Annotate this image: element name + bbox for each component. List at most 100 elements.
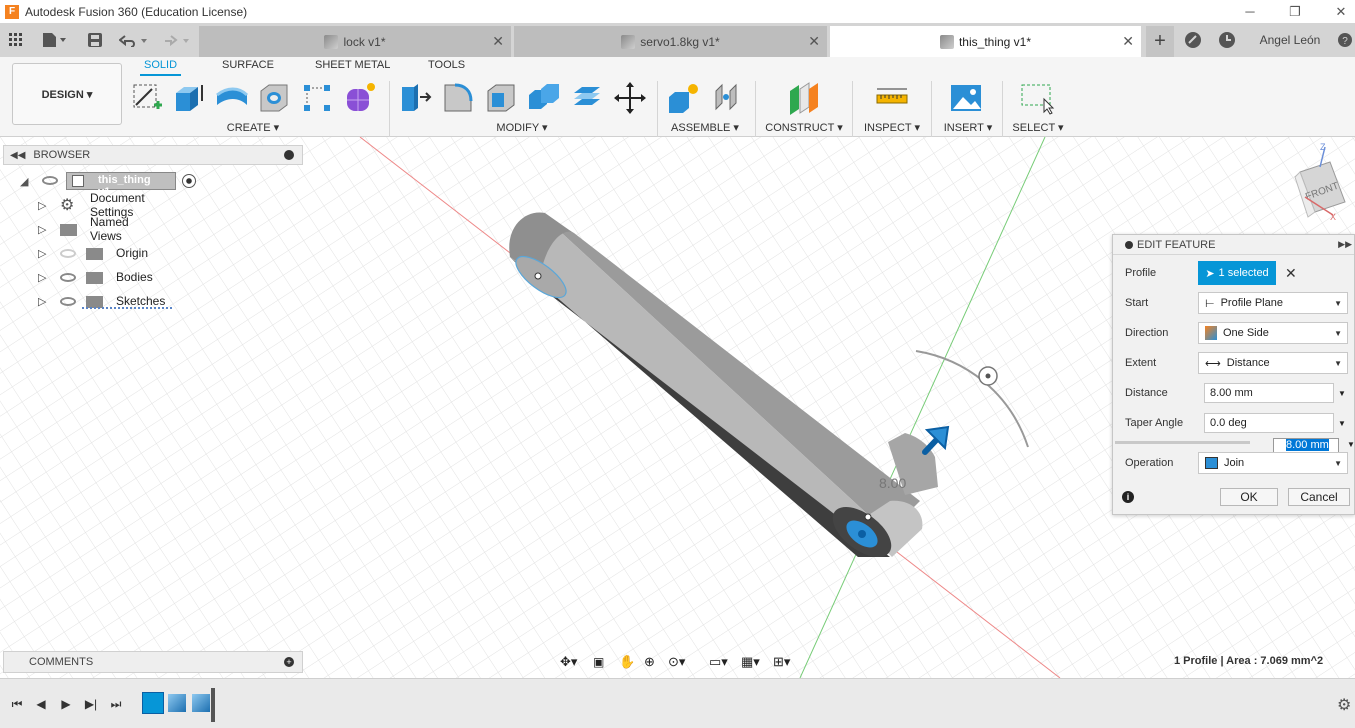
timeline-marker[interactable] bbox=[211, 688, 215, 722]
new-component-icon[interactable] bbox=[667, 81, 701, 115]
tab-surface[interactable]: SURFACE bbox=[218, 59, 278, 71]
add-comment-icon[interactable]: + bbox=[284, 657, 294, 667]
modify-menu[interactable]: MODIFY ▾ bbox=[490, 121, 554, 134]
step-back-icon[interactable]: ◀ bbox=[33, 696, 49, 712]
orbit-icon[interactable]: ✥▾ bbox=[560, 654, 577, 670]
select-window-icon[interactable] bbox=[1020, 81, 1055, 115]
operation-select[interactable]: Join ▼ bbox=[1198, 452, 1348, 474]
fit-icon[interactable]: ⊙▾ bbox=[668, 654, 685, 670]
distance-dropdown-icon[interactable]: ▼ bbox=[1338, 389, 1346, 398]
expand-triangle-icon[interactable]: ▷ bbox=[38, 247, 46, 260]
tab-sheet-metal[interactable]: SHEET METAL bbox=[311, 59, 394, 71]
ok-button[interactable]: OK bbox=[1220, 488, 1278, 506]
distance-slider[interactable] bbox=[1115, 441, 1250, 444]
direction-select[interactable]: One Side ▼ bbox=[1198, 322, 1348, 344]
insert-image-icon[interactable] bbox=[949, 81, 983, 115]
inspect-menu[interactable]: INSPECT ▾ bbox=[862, 121, 922, 134]
go-to-end-icon[interactable]: ⏭ bbox=[108, 696, 124, 712]
combine-icon[interactable] bbox=[527, 81, 561, 115]
tab-this-thing[interactable]: this_thing v1* ✕ bbox=[830, 26, 1141, 57]
document-icon bbox=[72, 175, 84, 187]
profile-selection-button[interactable]: ➤ 1 selected bbox=[1198, 261, 1276, 285]
expand-triangle-icon[interactable]: ▷ bbox=[38, 295, 46, 308]
timeline-sketch-item[interactable] bbox=[142, 692, 164, 714]
create-sketch-icon[interactable] bbox=[130, 81, 164, 115]
replace-face-icon[interactable] bbox=[570, 81, 604, 115]
taper-angle-input[interactable]: 0.0 deg bbox=[1204, 413, 1334, 433]
close-tab-icon[interactable]: ✕ bbox=[492, 33, 504, 50]
grid-settings-icon[interactable]: ▦▾ bbox=[741, 654, 760, 670]
taper-angle-handle[interactable] bbox=[978, 366, 998, 386]
offset-plane-icon[interactable] bbox=[787, 81, 821, 115]
extrude-icon[interactable] bbox=[172, 81, 206, 115]
app-grid-icon[interactable] bbox=[6, 31, 26, 49]
expand-triangle-icon[interactable]: ▷ bbox=[38, 199, 46, 212]
job-status-icon[interactable] bbox=[1217, 31, 1237, 49]
step-forward-icon[interactable]: ▶| bbox=[83, 696, 99, 712]
help-icon[interactable]: ? bbox=[1336, 31, 1354, 49]
pan-icon[interactable]: ✋ bbox=[619, 654, 635, 670]
display-settings-icon[interactable]: ▭▾ bbox=[709, 654, 728, 670]
save-icon[interactable] bbox=[86, 31, 104, 49]
close-tab-icon[interactable]: ✕ bbox=[808, 33, 820, 50]
start-select[interactable]: ⊢ Profile Plane ▼ bbox=[1198, 292, 1348, 314]
redo-icon[interactable] bbox=[160, 31, 192, 49]
expand-triangle-icon[interactable]: ▷ bbox=[38, 223, 46, 236]
move-icon[interactable] bbox=[613, 81, 647, 115]
cancel-button[interactable]: Cancel bbox=[1288, 488, 1350, 506]
expand-triangle-icon[interactable]: ▷ bbox=[38, 271, 46, 284]
tab-servo[interactable]: servo1.8kg v1* ✕ bbox=[514, 26, 827, 57]
hole-icon[interactable] bbox=[257, 81, 291, 115]
revolve-icon[interactable] bbox=[215, 81, 249, 115]
restore-button[interactable]: ❐ bbox=[1272, 0, 1318, 23]
construct-menu[interactable]: CONSTRUCT ▾ bbox=[765, 121, 843, 134]
visibility-eye-icon[interactable] bbox=[60, 273, 76, 282]
collapse-triangle-icon[interactable]: ◢ bbox=[20, 175, 28, 188]
browser-minimize-icon[interactable] bbox=[284, 150, 294, 160]
info-icon[interactable]: i bbox=[1122, 491, 1134, 503]
new-tab-icon[interactable]: + bbox=[1146, 26, 1174, 57]
visibility-eye-icon[interactable] bbox=[60, 297, 76, 306]
form-icon[interactable] bbox=[343, 81, 377, 115]
tab-tools[interactable]: TOOLS bbox=[424, 59, 469, 71]
taper-dropdown-icon[interactable]: ▼ bbox=[1338, 419, 1346, 428]
navigation-bar: ✥▾ ▣ ✋ ⊕ ⊙▾ ▭▾ ▦▾ ⊞▾ bbox=[556, 652, 801, 672]
file-menu-icon[interactable] bbox=[40, 31, 70, 49]
look-at-icon[interactable]: ▣ bbox=[593, 655, 604, 669]
collapse-browser-icon[interactable]: ◀◀ bbox=[10, 150, 25, 161]
fillet-icon[interactable] bbox=[441, 81, 475, 115]
close-window-button[interactable]: ✕ bbox=[1318, 0, 1355, 23]
minimize-button[interactable]: ─ bbox=[1227, 0, 1273, 23]
dialog-expand-icon[interactable]: ▶▶ bbox=[1338, 239, 1352, 250]
go-to-start-icon[interactable]: ⏮ bbox=[9, 696, 25, 712]
workspace-switcher-button[interactable]: DESIGN ▾ bbox=[12, 63, 122, 125]
undo-icon[interactable] bbox=[118, 31, 150, 49]
viewports-icon[interactable]: ⊞▾ bbox=[773, 654, 790, 670]
timeline-extrude-item[interactable] bbox=[168, 694, 186, 712]
hidden-eye-icon[interactable] bbox=[60, 249, 76, 258]
extent-select[interactable]: ⟷ Distance ▼ bbox=[1198, 352, 1348, 374]
close-tab-icon[interactable]: ✕ bbox=[1122, 33, 1134, 50]
play-icon[interactable]: ▶ bbox=[58, 696, 74, 712]
assemble-menu[interactable]: ASSEMBLE ▾ bbox=[668, 121, 742, 134]
clear-selection-icon[interactable]: ✕ bbox=[1285, 265, 1297, 282]
create-menu[interactable]: CREATE ▾ bbox=[220, 121, 286, 134]
tab-lock[interactable]: lock v1* ✕ bbox=[199, 26, 511, 57]
press-pull-icon[interactable] bbox=[398, 81, 432, 115]
insert-menu[interactable]: INSERT ▾ bbox=[942, 121, 994, 134]
joint-icon[interactable] bbox=[710, 81, 744, 115]
pattern-icon[interactable] bbox=[300, 81, 334, 115]
tab-solid[interactable]: SOLID bbox=[140, 59, 182, 76]
zoom-icon[interactable]: ⊕ bbox=[644, 654, 655, 670]
dialog-collapse-icon[interactable] bbox=[1125, 240, 1133, 249]
extensions-icon[interactable] bbox=[1183, 31, 1203, 49]
user-name[interactable]: Angel León bbox=[1250, 31, 1330, 49]
visibility-eye-icon[interactable] bbox=[42, 176, 58, 185]
measure-icon[interactable] bbox=[875, 81, 909, 115]
distance-input[interactable]: 8.00 mm bbox=[1204, 383, 1334, 403]
timeline-settings-icon[interactable]: ⚙ bbox=[1337, 695, 1351, 715]
activate-component-icon[interactable] bbox=[182, 174, 196, 188]
shell-icon[interactable] bbox=[484, 81, 518, 115]
timeline-extrude-item[interactable] bbox=[192, 694, 210, 712]
select-menu[interactable]: SELECT ▾ bbox=[1010, 121, 1066, 134]
